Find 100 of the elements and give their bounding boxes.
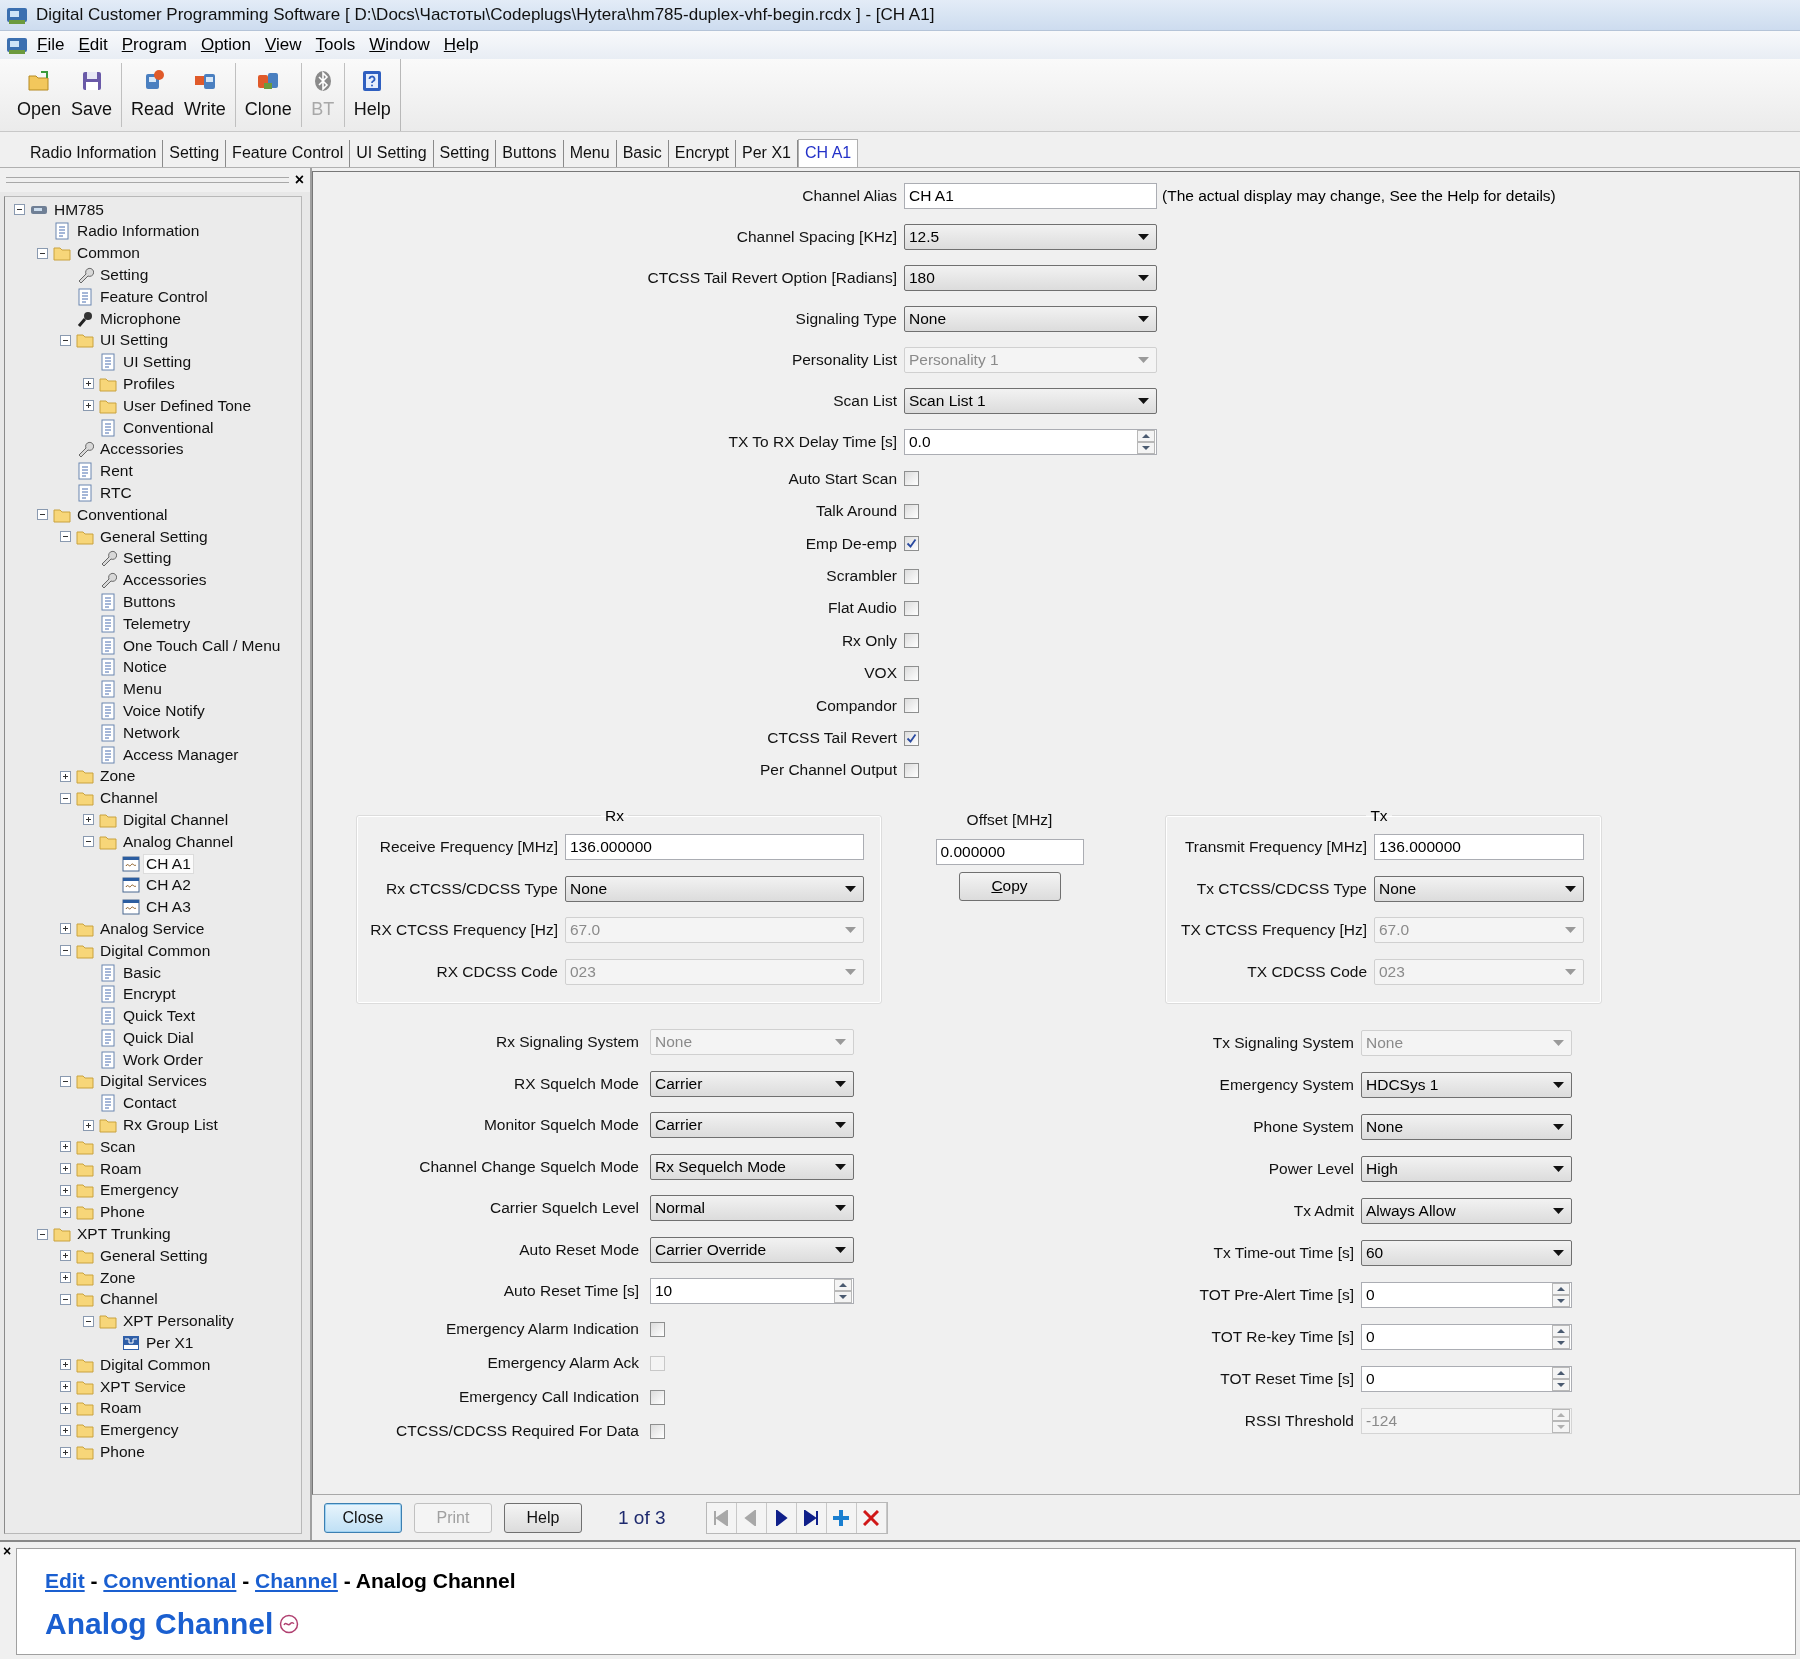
tree-item[interactable]: Radio Information [75,222,202,241]
tree-toggle[interactable] [82,377,95,391]
dropdown[interactable]: None [904,306,1157,333]
checkbox[interactable] [904,471,919,487]
toolbar-button[interactable]: Save [66,62,118,127]
tree-toggle[interactable] [59,1445,72,1459]
tree-item[interactable]: Feature Control [98,287,210,306]
tree-toggle[interactable] [36,246,49,260]
tree-toggle[interactable] [82,1314,95,1328]
tree-item[interactable]: Emergency [98,1421,181,1440]
close-button[interactable]: × [294,170,304,189]
tree-toggle[interactable] [59,1249,72,1263]
tree-toggle[interactable] [82,835,95,849]
menubar-entry[interactable]: Window [364,32,435,57]
tree-item[interactable]: Accessories [98,440,186,459]
dropdown[interactable]: 60 [1361,1239,1572,1266]
tree-item[interactable]: Rent [98,462,135,481]
tree-item[interactable]: Quick Dial [121,1028,196,1047]
menubar-entry[interactable]: Tools [310,32,361,57]
tree-item[interactable]: General Setting [98,527,210,546]
spin-field[interactable]: 0 [1361,1365,1572,1392]
tree-item[interactable]: Encrypt [121,985,178,1004]
tree-toggle[interactable] [59,1423,72,1437]
tree-item[interactable]: Microphone [98,309,183,328]
tree-toggle[interactable] [59,922,72,936]
tree-toggle[interactable] [59,333,72,347]
toolbar-button[interactable]: Write [179,62,231,127]
tree-item[interactable]: Contact [121,1094,179,1113]
tree-item[interactable]: Profiles [121,375,177,393]
tree-item[interactable]: Work Order [121,1050,205,1069]
close-button[interactable]: × [3,1543,12,1560]
tree-item[interactable]: Zone [98,1268,138,1287]
tree-item[interactable]: Menu [121,680,164,699]
checkbox[interactable] [904,536,919,552]
checkbox[interactable] [650,1423,665,1439]
tree-toggle[interactable] [59,1205,72,1219]
tree-item[interactable]: Analog Service [98,919,207,938]
tree-item[interactable]: XPT Personality [121,1312,236,1331]
dropdown[interactable]: 180 [904,265,1157,292]
tree-item[interactable]: Conventional [75,505,170,524]
tree-item[interactable]: Scan [98,1137,138,1156]
menubar-entry[interactable]: Option [195,32,257,57]
dropdown[interactable]: High [1361,1155,1572,1182]
tree-toggle[interactable] [59,1380,72,1394]
dropdown[interactable]: None [565,875,864,902]
menubar-entry[interactable]: View [260,32,307,57]
dialog-button[interactable]: Close [324,1502,402,1533]
dropdown[interactable]: Carrier Override [650,1236,854,1263]
tree-item[interactable]: Channel [98,1290,160,1309]
tree-item[interactable]: Basic [121,963,163,982]
spin-field[interactable]: 0 [1361,1323,1572,1350]
menubar-entry[interactable]: Help [438,32,484,57]
tree-item[interactable]: Setting [98,266,151,284]
dropdown[interactable]: Normal [650,1195,854,1222]
tree-item[interactable]: Roam [98,1399,144,1418]
tab[interactable]: CH A1 [797,138,859,167]
text-field[interactable]: 136.000000 [565,834,864,861]
tree-item[interactable]: HM785 [52,200,106,219]
tree-toggle[interactable] [82,813,95,827]
dialog-button[interactable]: Help [504,1502,582,1533]
tree-item[interactable]: General Setting [98,1246,210,1265]
checkbox[interactable] [904,730,919,746]
tree-toggle[interactable] [82,1118,95,1132]
next-button[interactable] [766,1502,797,1533]
dropdown[interactable]: Carrier [650,1112,854,1139]
delete-button[interactable] [856,1502,887,1533]
add-button[interactable] [826,1502,857,1533]
checkbox[interactable] [650,1321,665,1337]
tree-item[interactable]: Phone [98,1203,147,1222]
tree-item[interactable]: CH A2 [144,876,193,895]
dropdown[interactable]: Always Allow [1361,1197,1572,1224]
dropdown[interactable]: 12.5 [904,224,1157,251]
tree-toggle[interactable] [13,203,26,217]
tree-toggle[interactable] [59,791,72,805]
menubar-entry[interactable]: File [32,32,70,57]
dropdown[interactable]: Scan List 1 [904,388,1157,415]
dropdown[interactable]: Carrier [650,1070,854,1097]
tree-item[interactable]: Quick Text [121,1007,198,1026]
tree-item[interactable]: Analog Channel [121,832,236,851]
tree-item[interactable]: Rx Group List [121,1116,220,1135]
tree-toggle[interactable] [59,1183,72,1197]
tree-toggle[interactable] [36,508,49,522]
checkbox[interactable] [904,568,919,584]
tree-toggle[interactable] [59,1140,72,1154]
text-field[interactable]: CH A1 [904,183,1157,210]
tree-item[interactable]: One Touch Call / Menu [121,636,283,655]
checkbox[interactable] [904,503,919,519]
checkbox[interactable] [904,600,919,616]
dropdown[interactable]: None [1361,1113,1572,1140]
tree-item[interactable]: Accessories [121,571,209,590]
tree-item[interactable]: Notice [121,658,169,677]
toolbar-button[interactable]: Read [126,62,180,127]
tree-toggle[interactable] [59,769,72,783]
text-field[interactable]: 136.000000 [1374,834,1584,861]
tree-item[interactable]: CH A1 [144,854,193,873]
tree-item[interactable]: Phone [98,1443,147,1462]
tree-item[interactable]: Roam [98,1159,144,1178]
tree-item[interactable]: Network [121,723,182,742]
tree-item[interactable]: Digital Common [98,941,213,960]
tree-toggle[interactable] [59,530,72,544]
